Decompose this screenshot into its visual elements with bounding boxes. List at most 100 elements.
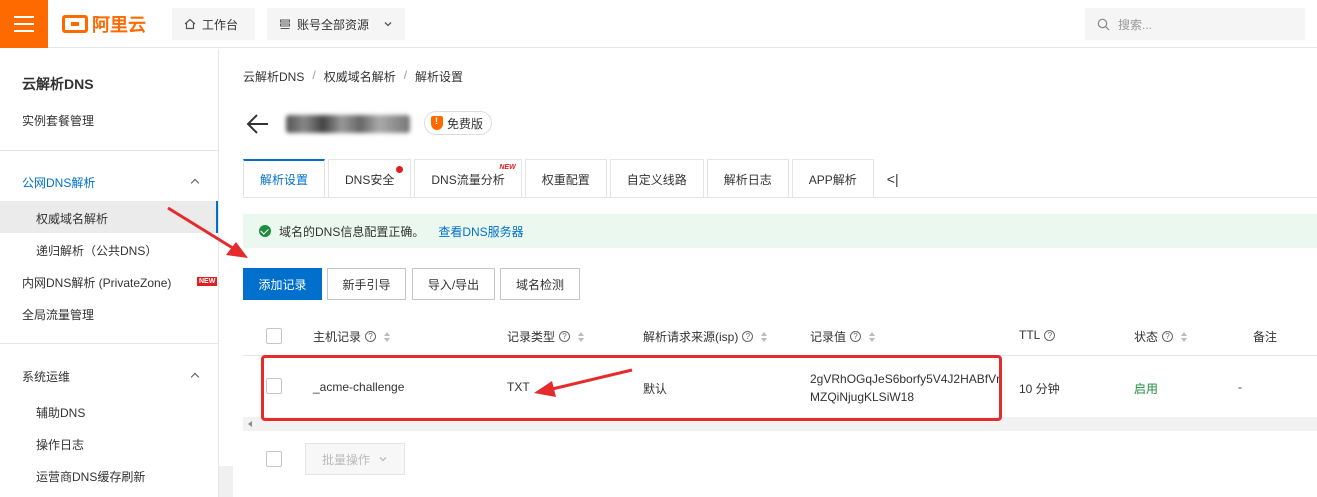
sidebar-item-private-zone[interactable]: 内网DNS解析 (PrivateZone) bbox=[22, 274, 171, 291]
header-ttl[interactable]: TTL? bbox=[1019, 328, 1056, 342]
search-placeholder: 搜索... bbox=[1118, 17, 1153, 32]
sidebar-item-op-log[interactable]: 操作日志 bbox=[36, 436, 84, 453]
sidebar-item-instance[interactable]: 实例套餐管理 bbox=[22, 112, 94, 129]
tab-label: 解析设置 bbox=[260, 173, 309, 187]
menu-icon[interactable] bbox=[0, 0, 48, 48]
header-host[interactable]: 主机记录? bbox=[313, 328, 391, 345]
chevron-up-icon[interactable] bbox=[190, 372, 200, 382]
domain-check-button[interactable]: 域名检测 bbox=[500, 268, 580, 300]
batch-select-checkbox[interactable] bbox=[266, 451, 282, 467]
help-icon[interactable]: ? bbox=[559, 331, 571, 342]
help-icon[interactable]: ? bbox=[1044, 329, 1056, 341]
help-icon[interactable]: ? bbox=[742, 331, 754, 342]
search-icon bbox=[1097, 18, 1110, 30]
view-dns-servers-link[interactable]: 查看DNS服务器 bbox=[438, 223, 523, 240]
breadcrumb-item: 解析设置 bbox=[415, 70, 464, 84]
help-icon[interactable]: ? bbox=[365, 331, 377, 342]
sidebar-item-carrier-refresh[interactable]: 运营商DNS缓存刷新 bbox=[36, 468, 145, 485]
batch-label: 批量操作 bbox=[321, 452, 370, 467]
success-alert: 域名的DNS信息配置正确。 查看DNS服务器 bbox=[243, 214, 1317, 248]
add-record-button[interactable]: 添加记录 bbox=[243, 268, 322, 300]
sidebar-item-authoritative[interactable]: 权威域名解析 bbox=[36, 210, 108, 227]
top-navigation-bar: 阿里云 工作台 账号全部资源 搜索... bbox=[0, 0, 1317, 48]
sort-icon[interactable] bbox=[578, 331, 585, 342]
tab-label: DNS流量分析 bbox=[431, 172, 505, 187]
tab-label: 解析日志 bbox=[723, 172, 772, 187]
list-icon bbox=[280, 19, 290, 29]
tab-label: 自定义线路 bbox=[626, 172, 687, 187]
sidebar-group-public-dns[interactable]: 公网DNS解析 bbox=[22, 174, 95, 191]
breadcrumb-item[interactable]: 云解析DNS bbox=[243, 68, 304, 85]
batch-operation-button[interactable]: 批量操作 bbox=[305, 443, 405, 475]
import-export-button[interactable]: 导入/导出 bbox=[412, 268, 495, 300]
alert-message: 域名的DNS信息配置正确。 bbox=[279, 224, 425, 239]
sidebar: 云解析DNS 实例套餐管理 公网DNS解析 权威域名解析 递归解析（公共DNS）… bbox=[0, 49, 219, 497]
header-type[interactable]: 记录类型? bbox=[507, 328, 585, 345]
table-header: 主机记录? 记录类型? 解析请求来源(isp)? 记录值? TTL? 状态? 备… bbox=[243, 316, 1317, 356]
sidebar-title: 云解析DNS bbox=[22, 76, 94, 92]
main-content: 云解析DNS / 权威域名解析 / 解析设置 免费版 解析设置 DNS安全 DN… bbox=[220, 49, 1317, 497]
check-circle-icon bbox=[259, 225, 271, 237]
back-arrow-icon[interactable] bbox=[246, 113, 270, 135]
tab-dns-log[interactable]: 解析日志 bbox=[706, 159, 789, 198]
sort-icon[interactable] bbox=[761, 331, 768, 342]
breadcrumb-separator: / bbox=[403, 68, 408, 82]
header-isp[interactable]: 解析请求来源(isp)? bbox=[643, 328, 768, 345]
resource-label: 账号全部资源 bbox=[297, 17, 370, 32]
guide-button[interactable]: 新手引导 bbox=[327, 268, 406, 300]
tab-divider bbox=[243, 197, 1317, 198]
sidebar-group-ops[interactable]: 系统运维 bbox=[22, 368, 70, 385]
sidebar-divider bbox=[0, 343, 218, 344]
chevron-down-icon bbox=[379, 457, 387, 462]
header-label: 解析请求来源(isp) bbox=[643, 330, 739, 344]
tab-traffic-analysis[interactable]: DNS流量分析 NEW bbox=[414, 159, 522, 198]
tab-scroll-icon[interactable]: <| bbox=[877, 159, 909, 198]
cell-type: TXT bbox=[507, 380, 530, 394]
header-remark: 备注 bbox=[1253, 328, 1277, 345]
select-all-checkbox[interactable] bbox=[266, 328, 282, 344]
resource-dropdown[interactable]: 账号全部资源 bbox=[267, 8, 405, 40]
table-row: _acme-challenge TXT 默认 2gVRhOGqJeS6borfy… bbox=[243, 357, 1317, 417]
tab-dns-settings[interactable]: 解析设置 bbox=[243, 159, 326, 198]
sidebar-item-assist-dns[interactable]: 辅助DNS bbox=[36, 404, 85, 421]
shield-icon bbox=[431, 116, 443, 130]
breadcrumb-separator: / bbox=[312, 68, 316, 82]
sort-icon[interactable] bbox=[1181, 331, 1188, 342]
cell-ttl: 10 分钟 bbox=[1019, 382, 1060, 396]
workbench-button[interactable]: 工作台 bbox=[172, 8, 255, 40]
sort-icon[interactable] bbox=[869, 331, 876, 342]
breadcrumb-item[interactable]: 权威域名解析 bbox=[324, 68, 396, 85]
tab-custom-line[interactable]: 自定义线路 bbox=[609, 159, 704, 198]
sidebar-item-global-traffic[interactable]: 全局流量管理 bbox=[22, 306, 94, 323]
tab-weight-config[interactable]: 权重配置 bbox=[524, 159, 607, 198]
cell-host: _acme-challenge bbox=[313, 380, 405, 394]
chevron-up-icon[interactable] bbox=[190, 178, 200, 188]
workbench-label: 工作台 bbox=[202, 17, 239, 32]
cell-isp: 默认 bbox=[643, 382, 668, 396]
horizontal-scrollbar[interactable] bbox=[243, 417, 1317, 431]
aliyun-logo-icon bbox=[62, 15, 88, 33]
tab-dns-security[interactable]: DNS安全 bbox=[328, 159, 412, 198]
header-label: 状态 bbox=[1134, 330, 1159, 344]
scroll-left-icon[interactable] bbox=[248, 421, 252, 427]
header-status[interactable]: 状态? bbox=[1134, 328, 1188, 345]
sort-icon[interactable] bbox=[384, 331, 391, 342]
aliyun-logo[interactable]: 阿里云 bbox=[62, 12, 146, 36]
new-badge: NEW bbox=[197, 277, 218, 286]
row-checkbox[interactable] bbox=[266, 378, 282, 394]
cell-status: 启用 bbox=[1134, 382, 1159, 396]
search-input[interactable]: 搜索... bbox=[1085, 8, 1305, 40]
plan-label: 免费版 bbox=[447, 116, 484, 131]
help-icon[interactable]: ? bbox=[850, 331, 862, 342]
domain-name-redacted bbox=[286, 115, 410, 133]
cell-value-line-2: MZQiNjugKLSiW18 bbox=[810, 390, 915, 404]
sidebar-item-recursive[interactable]: 递归解析（公共DNS） bbox=[36, 242, 157, 259]
help-icon[interactable]: ? bbox=[1162, 331, 1174, 342]
header-label: 主机记录 bbox=[313, 330, 362, 344]
breadcrumb: 云解析DNS / 权威域名解析 / 解析设置 bbox=[243, 68, 463, 85]
cell-value-line-1: 2gVRhOGqJeS6borfy5V4J2HABfVn bbox=[810, 372, 1003, 386]
tab-app-dns[interactable]: APP解析 bbox=[791, 159, 874, 198]
header-label: TTL bbox=[1019, 328, 1041, 342]
header-value[interactable]: 记录值? bbox=[810, 328, 876, 345]
plan-badge: 免费版 bbox=[424, 111, 493, 135]
